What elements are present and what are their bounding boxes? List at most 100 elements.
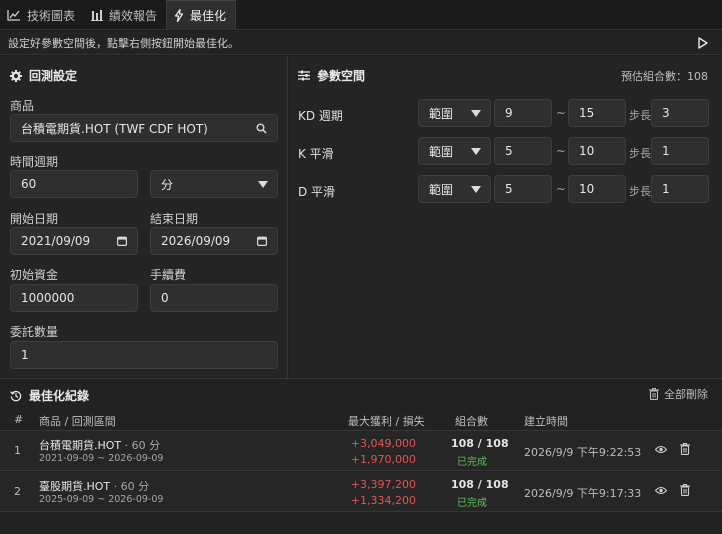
row-combos: 108 / 108: [451, 437, 509, 450]
row-status: 已完成: [457, 457, 487, 468]
row-index: 2: [14, 485, 21, 498]
from-value: 5: [505, 144, 513, 158]
step-value: 3: [662, 106, 670, 120]
calendar-icon[interactable]: [257, 236, 267, 246]
period-unit-select[interactable]: 分: [150, 170, 278, 198]
play-icon[interactable]: [696, 36, 710, 50]
gear-icon: [10, 69, 22, 82]
end-date-label: 結束日期: [150, 212, 199, 226]
period-input[interactable]: 60: [10, 170, 138, 198]
search-icon[interactable]: [256, 123, 267, 134]
mode-value: 範圍: [429, 144, 454, 159]
product-label: 商品: [10, 99, 35, 113]
fee-input[interactable]: 0: [150, 284, 278, 312]
caret-down-icon: [471, 148, 481, 155]
mode-value: 範圍: [429, 182, 454, 197]
capital-input[interactable]: 1000000: [10, 284, 138, 312]
col-combos: 組合數: [455, 415, 488, 428]
param-step-input[interactable]: 3: [651, 99, 709, 127]
tab-label: 最佳化: [190, 9, 227, 23]
product-timeframe: · 60 分: [110, 480, 150, 493]
range-tilde: ~: [556, 144, 567, 158]
trash-icon: [649, 388, 659, 400]
start-date-label: 開始日期: [10, 212, 59, 226]
eye-icon[interactable]: [655, 445, 667, 454]
product-timeframe: · 60 分: [121, 439, 161, 452]
product-name: 台積電期貨.HOT: [39, 439, 122, 452]
start-date-value: 2021/09/09: [21, 234, 91, 248]
quantity-label: 委託數量: [10, 325, 59, 339]
history-table-header: # 商品 / 回測區間 最大獲利 / 損失 組合數 建立時間: [0, 407, 722, 431]
tab-optimization[interactable]: 最佳化: [166, 0, 237, 30]
trash-icon[interactable]: [680, 484, 690, 496]
step-label: 步長: [629, 147, 651, 160]
param-from-input[interactable]: 9: [494, 99, 552, 127]
param-mode-select[interactable]: 範圍: [418, 137, 491, 165]
col-product: 商品 / 回測區間: [39, 415, 116, 428]
row-max-profit: +3,397,200: [350, 478, 416, 491]
delete-all-button[interactable]: 全部刪除: [649, 386, 708, 402]
end-date-value: 2026/09/09: [161, 234, 231, 248]
param-step-input[interactable]: 1: [651, 175, 709, 203]
tab-label: 技術圖表: [27, 8, 76, 23]
param-mode-select[interactable]: 範圍: [418, 99, 491, 127]
to-value: 15: [579, 106, 595, 120]
table-row[interactable]: 1 台積電期貨.HOT · 60 分 2021-09-09 ~ 2026-09-…: [0, 431, 722, 471]
line-chart-icon: [7, 10, 20, 21]
product-value: 台積電期貨.HOT (TWF CDF HOT): [21, 121, 208, 136]
quantity-value: 1: [21, 348, 29, 362]
step-label: 步長: [629, 185, 651, 198]
tab-technical-chart[interactable]: 技術圖表: [0, 0, 84, 30]
backtest-settings-header: 回測設定: [10, 67, 77, 84]
to-value: 10: [579, 144, 595, 158]
param-step-input[interactable]: 1: [651, 137, 709, 165]
row-created: 2026/9/9 下午9:22:53: [524, 446, 642, 459]
param-from-input[interactable]: 5: [494, 137, 552, 165]
param-name: KD 週期: [298, 109, 343, 123]
col-created: 建立時間: [524, 415, 568, 428]
param-to-input[interactable]: 10: [568, 175, 626, 203]
capital-value: 1000000: [21, 291, 75, 305]
optimization-history-panel: 最佳化紀錄 全部刪除 # 商品 / 回測區間 最大獲利 / 損失 組合數 建立時…: [0, 378, 722, 534]
estimated-combinations: 預估組合數：108: [621, 70, 708, 83]
row-created: 2026/9/9 下午9:17:33: [524, 487, 642, 500]
caret-down-icon: [258, 181, 268, 188]
caret-down-icon: [471, 186, 481, 193]
mode-value: 範圍: [429, 106, 454, 121]
quantity-input[interactable]: 1: [10, 341, 278, 369]
start-date-input[interactable]: 2021/09/09: [10, 227, 138, 255]
bolt-icon: [174, 9, 184, 22]
param-to-input[interactable]: 10: [568, 137, 626, 165]
from-value: 9: [505, 106, 513, 120]
from-value: 5: [505, 182, 513, 196]
history-icon: [10, 390, 22, 401]
param-name: K 平滑: [298, 147, 334, 161]
tab-label: 績效報告: [109, 8, 158, 23]
step-label: 步長: [629, 109, 651, 122]
period-label: 時間週期: [10, 155, 59, 169]
panel-title: 最佳化紀錄: [29, 389, 90, 403]
param-to-input[interactable]: 15: [568, 99, 626, 127]
delete-all-label: 全部刪除: [664, 388, 708, 401]
end-date-input[interactable]: 2026/09/09: [150, 227, 278, 255]
range-tilde: ~: [556, 106, 567, 120]
table-row[interactable]: 2 臺股期貨.HOT · 60 分 2025-09-09 ~ 2026-09-0…: [0, 472, 722, 512]
param-mode-select[interactable]: 範圍: [418, 175, 491, 203]
caret-down-icon: [471, 110, 481, 117]
panel-title: 參數空間: [317, 69, 366, 83]
param-from-input[interactable]: 5: [494, 175, 552, 203]
row-range: 2021-09-09 ~ 2026-09-09: [39, 453, 164, 464]
tab-performance-report[interactable]: 績效報告: [84, 0, 166, 30]
product-name: 臺股期貨.HOT: [39, 480, 111, 493]
product-search-input[interactable]: 台積電期貨.HOT (TWF CDF HOT): [10, 114, 278, 142]
period-unit-value: 分: [161, 177, 174, 192]
row-combos: 108 / 108: [451, 478, 509, 491]
to-value: 10: [579, 182, 595, 196]
trash-icon[interactable]: [680, 443, 690, 455]
step-value: 1: [662, 182, 670, 196]
step-value: 1: [662, 144, 670, 158]
row-status: 已完成: [457, 498, 487, 509]
eye-icon[interactable]: [655, 486, 667, 495]
calendar-icon[interactable]: [117, 236, 127, 246]
fee-label: 手續費: [150, 268, 187, 282]
